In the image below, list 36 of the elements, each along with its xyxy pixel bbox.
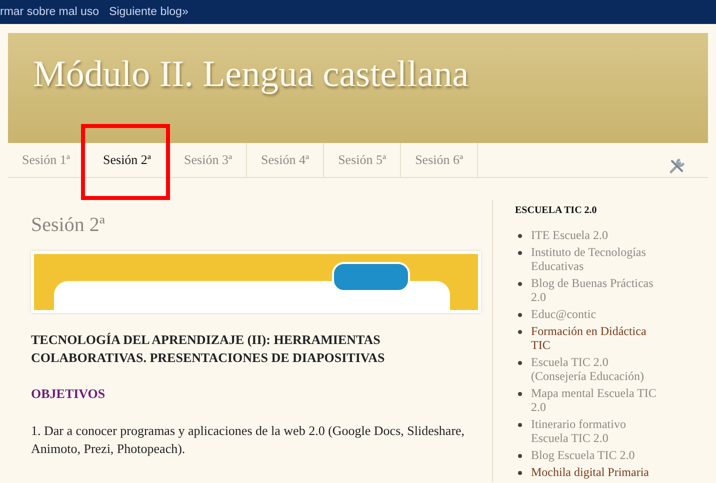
- bullet-icon: [518, 282, 522, 286]
- sidebar-link[interactable]: Mapa mental Escuela TIC 2.0: [531, 386, 663, 414]
- post-title: Sesión 2ª: [31, 214, 106, 237]
- post-paragraph: 1. Dar a conocer programas y aplicaciones de la web 2.0 (Google Docs, Slideshare, Animoto, Prezi, Photopeach).: [31, 422, 466, 458]
- bullet-icon: [518, 471, 522, 475]
- bullet-icon: [518, 361, 522, 365]
- sidebar-link[interactable]: ITE Escuela 2.0: [531, 228, 663, 242]
- sidebar-link[interactable]: Itinerario formativo Escuela TIC 2.0: [531, 417, 663, 445]
- nav-tab[interactable]: Sesión 4ª: [247, 143, 324, 177]
- bullet-icon: [518, 423, 522, 427]
- bullet-icon: [518, 454, 522, 458]
- nav-tab[interactable]: Sesión 1ª: [8, 143, 86, 177]
- nav-tab[interactable]: Sesión 3ª: [170, 143, 248, 177]
- nav-tab[interactable]: Sesión 6ª: [401, 143, 478, 177]
- sidebar-link[interactable]: Formación en Didáctica TIC: [531, 324, 663, 352]
- sidebar-link[interactable]: Educ@contic: [531, 307, 663, 321]
- logo-badge-icon: [332, 262, 410, 292]
- sidebar-link[interactable]: Mochila digital Primaria: [531, 465, 663, 479]
- sidebar-title: ESCUELA TIC 2.0: [515, 205, 598, 216]
- bullet-icon: [518, 313, 522, 317]
- nav-tab[interactable]: Sesión 5ª: [324, 143, 402, 177]
- bullet-icon: [518, 251, 522, 255]
- bullet-icon: [518, 392, 522, 396]
- sidebar-link[interactable]: Blog de Buenas Prácticas 2.0: [531, 276, 663, 304]
- post-heading: TECNOLOGÍA DEL APRENDIZAJE (II): HERRAMIENTAS COLABORATIVAS. PRESENTACIONES DE DIAPOSITIVAS: [31, 331, 386, 367]
- sidebar-link[interactable]: Blog Escuela TIC 2.0: [531, 448, 663, 462]
- sidebar-link[interactable]: Escuela TIC 2.0 (Consejería Educación): [531, 355, 663, 383]
- bullet-icon: [518, 330, 522, 334]
- bullet-icon: [518, 234, 522, 238]
- nav-link[interactable]: Siguiente blog»: [109, 6, 188, 18]
- section-heading: OBJETIVOS: [31, 386, 106, 402]
- tools-icon[interactable]: [668, 157, 686, 175]
- nav-link[interactable]: rmar sobre mal uso: [0, 6, 100, 18]
- sidebar-link[interactable]: Instituto de Tecnologías Educativas: [531, 245, 663, 273]
- blog-title: Módulo II. Lengua castellana: [33, 53, 469, 96]
- nav-tab[interactable]: Sesión 2ª: [85, 143, 170, 177]
